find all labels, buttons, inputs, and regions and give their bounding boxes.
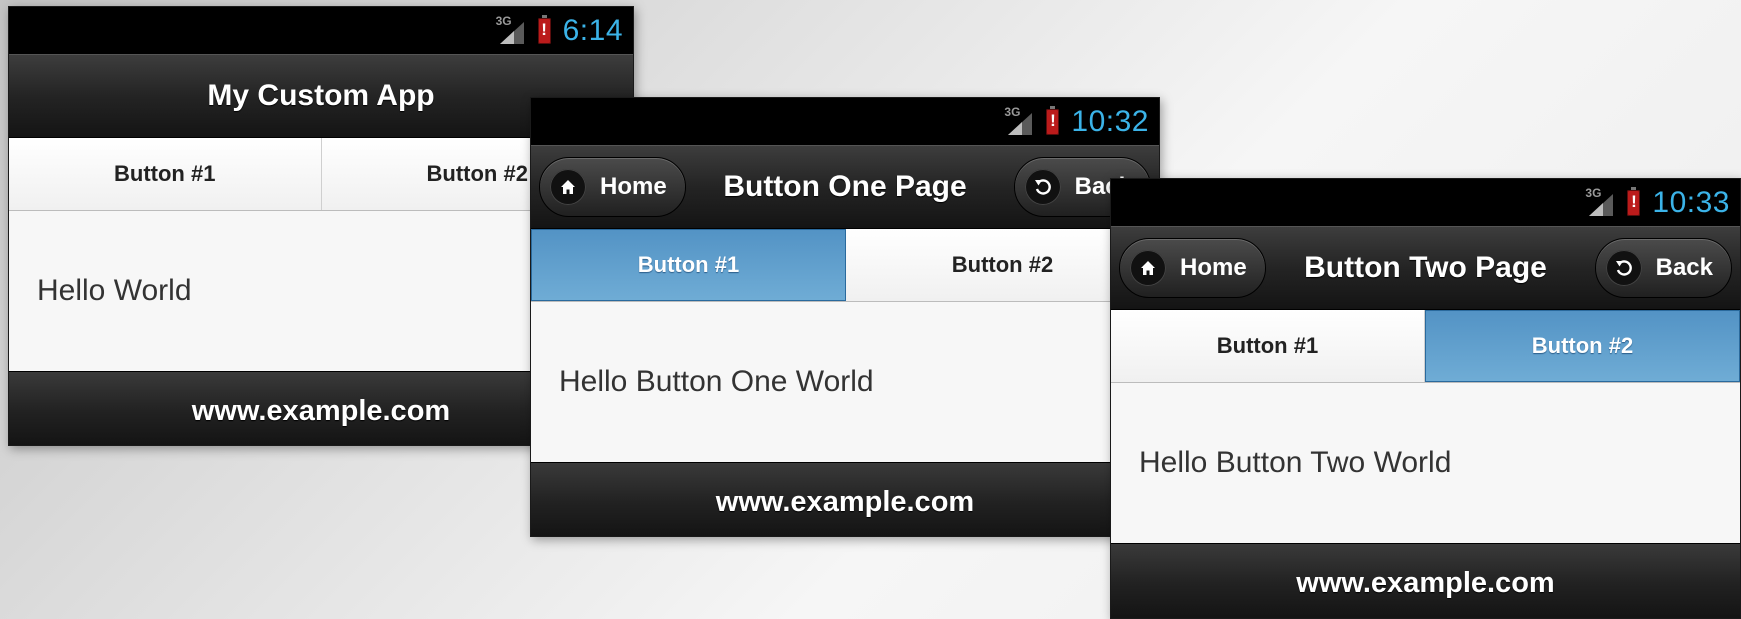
back-arrow-icon — [1605, 250, 1642, 286]
status-clock: 10:33 — [1652, 185, 1730, 219]
home-icon — [550, 169, 586, 205]
nav-button-2[interactable]: Button #2 — [1425, 310, 1740, 382]
status-bar: 3G ! 10:33 — [1111, 179, 1740, 226]
signal-bars-icon: 3G — [1004, 105, 1034, 137]
nav-button-1[interactable]: Button #1 — [1111, 310, 1425, 382]
page-title: Button Two Page — [1304, 251, 1547, 284]
content-text: Hello Button One World — [531, 302, 1159, 462]
home-button-label: Home — [600, 173, 667, 200]
nav-button-1[interactable]: Button #1 — [531, 229, 846, 301]
signal-bars-icon: 3G — [496, 14, 526, 46]
phone-screen-2: 3G ! 10:32 Home Button One Page Back But… — [530, 97, 1160, 537]
page-title: Button One Page — [723, 170, 967, 203]
battery-alert-icon: ! — [1627, 186, 1641, 216]
nav-button-1[interactable]: Button #1 — [9, 138, 322, 210]
back-button[interactable]: Back — [1594, 238, 1732, 298]
home-button[interactable]: Home — [1119, 238, 1266, 298]
navbar: Button #1 Button #2 — [1111, 310, 1740, 383]
back-button-label: Back — [1655, 254, 1713, 281]
status-clock: 6:14 — [562, 13, 623, 47]
home-button[interactable]: Home — [539, 157, 686, 217]
status-bar: 3G ! 10:32 — [531, 98, 1159, 145]
phone-screen-3: 3G ! 10:33 Home Button Two Page Back But… — [1110, 178, 1741, 619]
status-bar: 3G ! 6:14 — [9, 7, 633, 54]
battery-alert-icon: ! — [537, 14, 551, 44]
home-button-label: Home — [1180, 254, 1247, 281]
navbar: Button #1 Button #2 — [531, 229, 1159, 302]
battery-alert-icon: ! — [1046, 105, 1060, 135]
app-header: Home Button One Page Back — [531, 145, 1159, 229]
status-clock: 10:32 — [1071, 104, 1149, 138]
footer: www.example.com — [531, 462, 1159, 536]
signal-bars-icon: 3G — [1585, 186, 1615, 218]
content-text: Hello Button Two World — [1111, 383, 1740, 543]
home-icon — [1130, 250, 1166, 286]
footer: www.example.com — [1111, 543, 1740, 618]
back-arrow-icon — [1024, 169, 1061, 205]
app-header: Home Button Two Page Back — [1111, 226, 1740, 310]
page-title: My Custom App — [207, 79, 435, 112]
